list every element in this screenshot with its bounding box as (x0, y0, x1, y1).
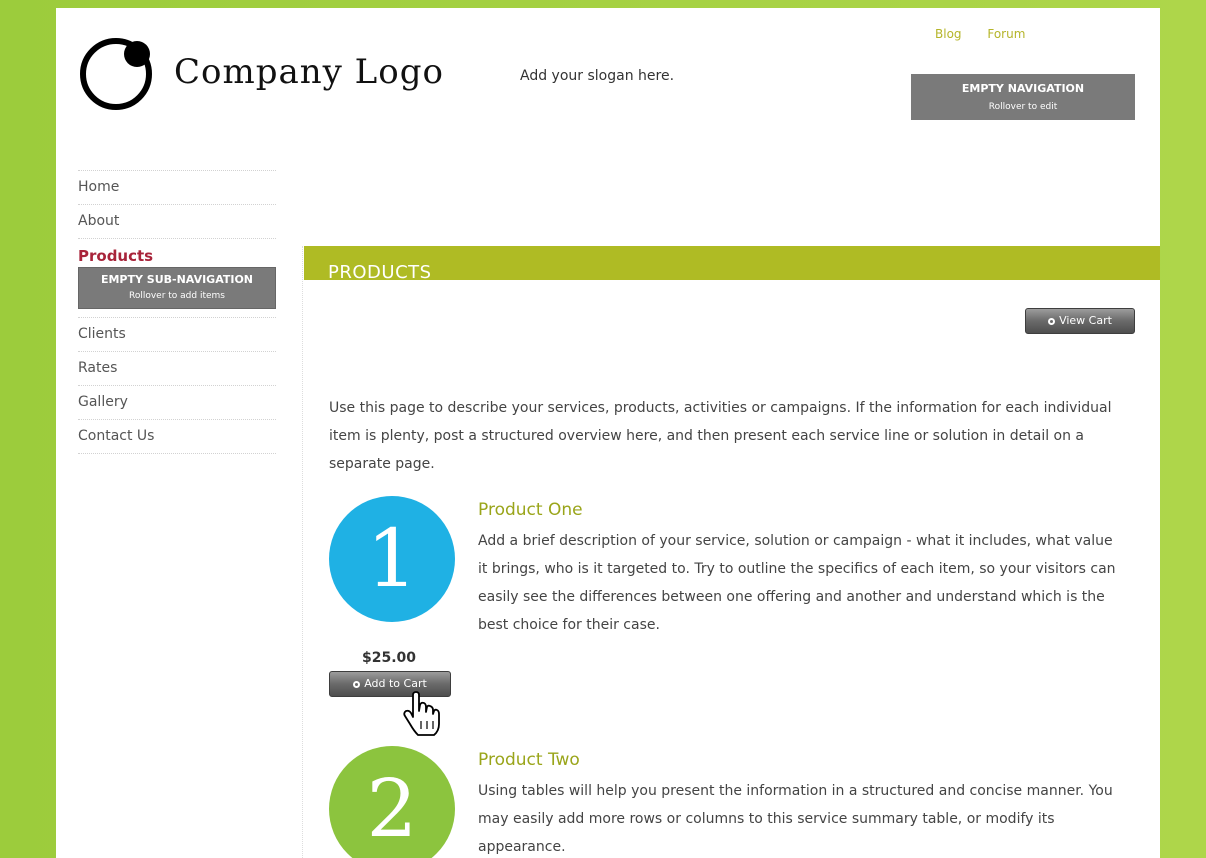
empty-navigation-placeholder[interactable]: EMPTY NAVIGATION Rollover to edit (911, 74, 1135, 120)
circle-bullet-icon (353, 681, 361, 688)
sidebar-item-rates[interactable]: Rates (78, 351, 276, 385)
product-two-description: Using tables will help you present the i… (478, 783, 1113, 855)
circle-bullet-icon (1048, 318, 1056, 325)
view-cart-label: View Cart (1059, 314, 1112, 327)
sidebar-item-gallery[interactable]: Gallery (78, 385, 276, 419)
company-logo-text[interactable]: Company Logo (174, 52, 444, 92)
hand-pointer-cursor-icon (403, 691, 440, 736)
section-header-bar: PRODUCTS (304, 246, 1160, 280)
sidebar-nav: Home About Products EMPTY SUB-NAVIGATION… (78, 170, 276, 454)
section-title: PRODUCTS (328, 262, 432, 280)
sidebar-divider (78, 453, 276, 454)
empty-sub-navigation-placeholder[interactable]: EMPTY SUB-NAVIGATION Rollover to add ite… (78, 267, 276, 309)
product-one-description: Add a brief description of your service,… (478, 533, 1116, 633)
blog-link[interactable]: Blog (935, 27, 962, 41)
sidebar-item-about[interactable]: About (78, 204, 276, 238)
product-one-title: Product One (478, 500, 583, 520)
empty-navigation-subtitle: Rollover to edit (988, 102, 1058, 112)
add-to-cart-label: Add to Cart (364, 677, 427, 690)
sidebar-item-products[interactable]: Products (78, 238, 276, 267)
product-two-number-badge: 2 (329, 746, 455, 858)
slogan: Add your slogan here. (520, 68, 675, 84)
page-container: Company Logo Add your slogan here. Blog … (56, 8, 1160, 858)
product-two-title: Product Two (478, 750, 580, 770)
product-one-number-badge: 1 (329, 496, 455, 622)
intro-text: Use this page to describe your services,… (329, 400, 1112, 472)
content-divider (302, 246, 304, 858)
sidebar-item-contact-us[interactable]: Contact Us (78, 419, 276, 453)
view-cart-button[interactable]: View Cart (1025, 308, 1135, 334)
forum-link[interactable]: Forum (987, 27, 1025, 41)
sub-navigation-title: EMPTY SUB-NAVIGATION (100, 273, 254, 286)
empty-navigation-title: EMPTY NAVIGATION (961, 82, 1085, 95)
company-logo-icon (80, 38, 152, 110)
top-links: Blog Forum (935, 27, 1047, 41)
sidebar-item-clients[interactable]: Clients (78, 317, 276, 351)
product-one-price: $25.00 (362, 650, 417, 666)
sidebar-item-home[interactable]: Home (78, 170, 276, 204)
sub-navigation-subtitle: Rollover to add items (128, 291, 225, 301)
